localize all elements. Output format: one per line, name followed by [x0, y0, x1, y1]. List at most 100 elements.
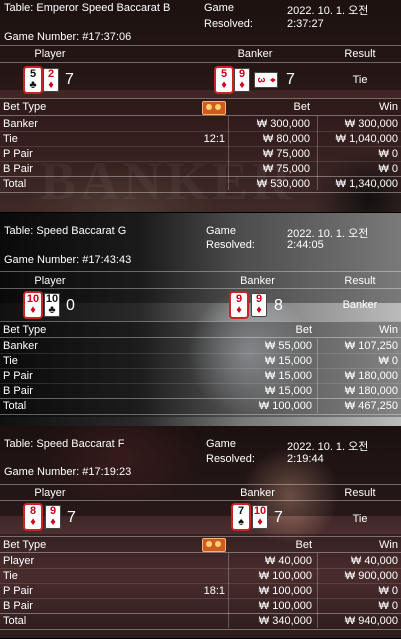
banker-card-2: 9 ♦	[234, 68, 250, 92]
bet-row-amount: ₩ 80,000	[262, 133, 310, 145]
bet-row-type: Tie	[3, 133, 18, 145]
resolved-label: Resolved:	[204, 18, 253, 30]
bet-row-type: Banker	[3, 340, 38, 352]
resolved-time: 2:37:27	[287, 18, 324, 30]
column-separator	[228, 553, 229, 628]
row-divider	[0, 131, 401, 132]
bet-row-amount: ₩ 100,000	[258, 570, 312, 582]
bet-row-amount: ₩ 75,000	[262, 148, 310, 160]
diamond-icon: ♦	[236, 304, 242, 316]
divider	[0, 288, 401, 289]
result-header: Result	[344, 275, 376, 287]
bet-row-win: ₩ 1,040,000	[335, 133, 398, 145]
bet-row-win: ₩ 300,000	[344, 118, 398, 130]
diamond-icon: ♦	[50, 516, 56, 528]
bet-history-panel-1: BANKER Table: Emperor Speed Baccarat B G…	[0, 0, 401, 213]
win-header: Win	[379, 539, 398, 551]
bet-row-win: ₩ 0	[378, 148, 398, 160]
banker-header: Banker	[240, 487, 275, 499]
bet-type-header: Bet Type	[3, 101, 47, 113]
divider	[0, 98, 401, 99]
win-header: Win	[379, 101, 398, 113]
banker-score: 7	[286, 71, 295, 88]
player-score: 7	[67, 509, 76, 526]
banker-card-3: 3 ♦	[254, 72, 278, 88]
diamond-icon: ♦	[257, 516, 263, 528]
bet-row-win: ₩ 180,000	[344, 370, 398, 382]
column-separator	[317, 116, 318, 190]
divider	[0, 536, 401, 537]
divider	[0, 484, 401, 485]
bet-header: Bet	[293, 101, 310, 113]
banker-card-1: 9 ♦	[231, 293, 247, 317]
divider	[0, 115, 401, 116]
bet-row-win: ₩ 40,000	[350, 555, 398, 567]
divider	[0, 552, 401, 553]
diamond-icon: ♦	[256, 304, 262, 316]
club-icon: ♣	[48, 304, 56, 316]
divider	[0, 192, 401, 193]
diamond-icon: ♦	[267, 77, 278, 83]
bet-row-odds: 12:1	[203, 133, 225, 145]
diamond-icon: ♦	[30, 516, 36, 528]
bet-type-header: Bet Type	[3, 324, 47, 336]
total-win: ₩ 940,000	[344, 615, 398, 627]
row-divider	[0, 353, 401, 354]
total-win: ₩ 1,340,000	[335, 178, 398, 190]
divider	[0, 337, 401, 338]
column-separator	[228, 116, 229, 190]
divider	[0, 398, 401, 399]
resolved-label: Resolved:	[206, 239, 255, 251]
banker-card-1: 5 ♦	[216, 68, 232, 92]
divider	[0, 613, 401, 614]
resolved-time: 2:44:05	[287, 239, 324, 251]
result-value: Banker	[342, 299, 378, 311]
bet-row-amount: ₩ 55,000	[264, 340, 312, 352]
bet-type-header: Bet Type	[3, 539, 47, 551]
game-label: Game	[204, 2, 234, 14]
game-number: Game Number: #17:19:23	[4, 466, 132, 478]
table-name: Table: Speed Baccarat F	[4, 438, 125, 450]
diamond-icon: ♦	[30, 304, 36, 316]
row-divider	[0, 146, 401, 147]
bet-row-win: ₩ 0	[378, 585, 398, 597]
divider	[0, 62, 401, 63]
result-value: Tie	[352, 74, 368, 86]
club-icon: ♣	[29, 79, 37, 91]
bet-history-panel-3: Table: Speed Baccarat F Game 2022. 10. 1…	[0, 426, 401, 639]
game-label: Game	[206, 225, 236, 237]
player-card-1: 8 ♦	[25, 505, 41, 529]
resolved-label: Resolved:	[206, 453, 255, 465]
bet-row-amount: ₩ 300,000	[256, 118, 310, 130]
divider	[0, 414, 401, 415]
banker-card-1: 7 ♠	[233, 505, 249, 529]
row-divider	[0, 383, 401, 384]
banker-card-2: 9 ♦	[251, 293, 267, 317]
result-header: Result	[344, 487, 376, 499]
bet-row-type: Tie	[3, 355, 18, 367]
player-score: 0	[66, 297, 75, 314]
game-date: 2022. 10. 1. 오전	[287, 5, 369, 17]
diamond-icon: ♦	[239, 79, 245, 91]
diamond-icon: ♦	[48, 79, 54, 91]
player-header: Player	[34, 275, 66, 287]
game-date: 2022. 10. 1. 오전	[287, 441, 369, 453]
bet-history-panel-2: Table: Speed Baccarat G Game 2022. 10. 1…	[0, 213, 401, 427]
chip-icon	[202, 538, 226, 552]
bet-row-amount: ₩ 40,000	[264, 555, 312, 567]
row-divider	[0, 368, 401, 369]
player-card-1: 10 ♦	[25, 293, 41, 317]
bet-header: Bet	[295, 324, 312, 336]
table-name: Table: Emperor Speed Baccarat B	[4, 2, 171, 14]
total-win: ₩ 467,250	[344, 400, 398, 412]
total-label: Total	[3, 615, 27, 627]
bet-row-odds: 18:1	[203, 585, 225, 597]
bet-row-win: ₩ 0	[378, 355, 398, 367]
bet-row-win: ₩ 180,000	[344, 385, 398, 397]
player-header: Player	[34, 48, 66, 60]
column-separator	[317, 553, 318, 628]
diamond-icon: ♦	[221, 79, 227, 91]
bet-row-type: Banker	[3, 118, 38, 130]
resolved-time: 2:19:44	[287, 453, 324, 465]
bet-row-amount: ₩ 100,000	[258, 585, 312, 597]
